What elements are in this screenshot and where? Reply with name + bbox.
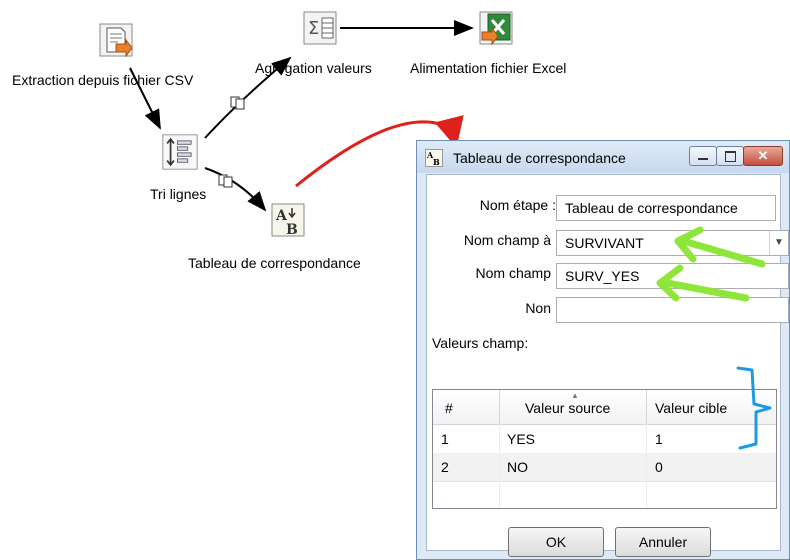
cancel-button[interactable]: Annuler xyxy=(615,527,711,557)
table-header: # Valeur source ▲ Valeur cible xyxy=(433,390,776,425)
column-header-target[interactable]: Valeur cible xyxy=(655,400,727,416)
values-section-label: Valeurs champ: xyxy=(432,335,529,351)
default-value-label: Non xyxy=(525,300,551,316)
csv-file-input-icon[interactable] xyxy=(98,22,134,58)
mapping-table[interactable]: # Valeur source ▲ Valeur cible 1 YES 1 2… xyxy=(432,389,777,509)
copy-rows-icon xyxy=(230,96,246,110)
group-by-step-label: Agrégation valeurs xyxy=(255,60,372,76)
hop-sort-to-mapper[interactable] xyxy=(204,167,267,212)
sort-rows-icon[interactable] xyxy=(162,134,204,176)
excel-output-step-label: Alimentation fichier Excel xyxy=(410,60,567,76)
dialog-titlebar[interactable]: A B Tableau de correspondance ✕ xyxy=(417,141,789,173)
target-field-input[interactable]: SURV_YES xyxy=(556,263,789,289)
column-header-num[interactable]: # xyxy=(445,400,453,416)
value-mapper-step-label: Tableau de correspondance xyxy=(188,255,361,271)
step-name-field[interactable]: Tableau de correspondance xyxy=(556,195,776,221)
source-field-value: SURVIVANT xyxy=(565,235,644,251)
value-mapper-icon: A B xyxy=(425,149,443,167)
row-num: 1 xyxy=(441,431,449,447)
minimize-icon[interactable] xyxy=(689,146,717,166)
svg-text:Σ: Σ xyxy=(308,18,319,39)
row-source-value[interactable]: NO xyxy=(507,459,528,475)
default-value-input[interactable] xyxy=(556,297,789,323)
svg-text:B: B xyxy=(286,222,298,238)
table-row[interactable]: 2 NO 0 xyxy=(433,453,776,482)
source-field-label: Nom champ à xyxy=(463,232,551,248)
row-num: 2 xyxy=(441,459,449,475)
dialog-content: Nom étape : Tableau de correspondance No… xyxy=(426,174,789,557)
row-target-value[interactable]: 1 xyxy=(655,431,663,447)
ok-button[interactable]: OK xyxy=(508,527,604,557)
sum-aggregate-icon[interactable]: Σ xyxy=(302,10,338,46)
row-target-value[interactable]: 0 xyxy=(655,459,663,475)
value-mapper-dialog: A B Tableau de correspondance ✕ Nom étap… xyxy=(416,140,790,560)
close-icon[interactable]: ✕ xyxy=(743,146,783,166)
table-row[interactable]: 1 YES 1 xyxy=(433,425,776,454)
step-name-label: Nom étape : xyxy=(479,197,556,213)
source-field-select[interactable]: SURVIVANT ▼ xyxy=(556,230,789,256)
column-header-source[interactable]: Valeur source xyxy=(525,400,610,416)
sort-rows-step-label: Tri lignes xyxy=(150,186,207,202)
target-field-label: Nom champ xyxy=(475,265,551,281)
csv-input-step-label: Extraction depuis fichier CSV xyxy=(12,72,194,88)
row-source-value[interactable]: YES xyxy=(507,431,535,447)
table-row[interactable] xyxy=(433,481,776,508)
svg-text:B: B xyxy=(433,157,440,167)
excel-output-icon[interactable] xyxy=(478,10,514,46)
chevron-down-icon[interactable]: ▼ xyxy=(769,231,788,255)
maximize-icon[interactable] xyxy=(716,146,744,166)
sort-caret-icon: ▲ xyxy=(571,391,579,400)
dialog-title: Tableau de correspondance xyxy=(453,150,626,166)
value-mapper-icon[interactable]: A B xyxy=(270,202,306,238)
copy-rows-icon xyxy=(218,174,234,188)
